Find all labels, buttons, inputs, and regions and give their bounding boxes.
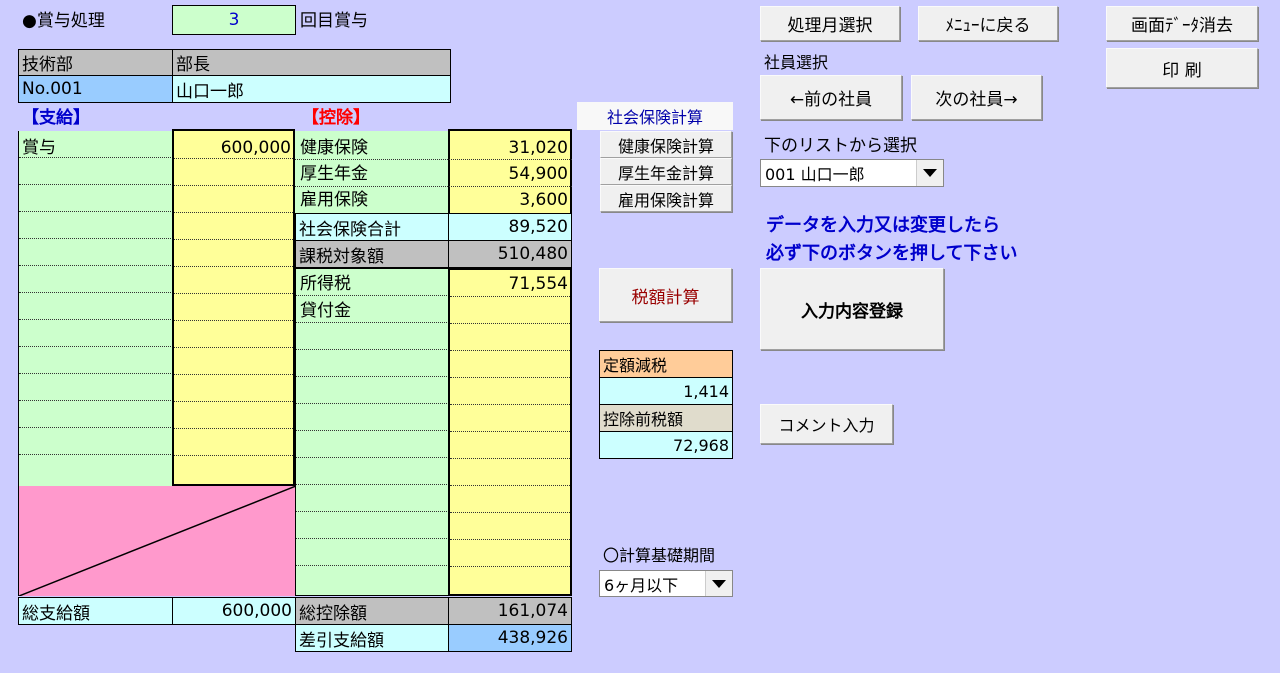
social-total-value: 89,520 [448, 213, 572, 241]
notice-line-2: 必ず下のボタンを押して下さい [766, 243, 1018, 264]
calc-period-select[interactable]: 6ヶ月以下 [599, 570, 733, 597]
employee-select-label: 社員選択 [764, 53, 829, 72]
payment-values-column [172, 129, 295, 486]
pre-deduction-tax-label: 控除前税額 [599, 404, 733, 432]
pre-deduction-tax-value: 72,968 [599, 431, 733, 459]
social-total-label: 社会保険合計 [295, 213, 450, 241]
employment-value[interactable]: 3,600 [450, 192, 568, 209]
net-pay-label: 差引支給額 [295, 624, 450, 652]
bonus-times-suffix: 回目賞与 [300, 11, 368, 31]
net-pay-value: 438,926 [448, 624, 572, 652]
tax-calc-button[interactable]: 税額計算 [599, 268, 732, 322]
clear-screen-button[interactable]: 画面ﾃﾞｰﾀ消去 [1106, 6, 1258, 41]
payment-labels-column [18, 131, 173, 486]
social-insurance-calc-title: 社会保険計算 [577, 102, 733, 130]
pension-value[interactable]: 54,900 [450, 166, 568, 183]
loan-label: 貸付金 [300, 301, 351, 321]
comment-input-button[interactable]: コメント入力 [760, 404, 893, 444]
prev-employee-button[interactable]: ←前の社員 [760, 75, 902, 120]
chevron-down-icon[interactable] [705, 571, 732, 596]
total-payment-value: 600,000 [172, 597, 296, 625]
notice-line-1: データを入力又は変更したら [766, 215, 1000, 236]
diagonal-line [19, 486, 296, 596]
chevron-down-icon[interactable] [916, 160, 943, 186]
month-select-button[interactable]: 処理月選択 [760, 6, 900, 41]
fixed-tax-reduction-label: 定額減税 [599, 350, 733, 378]
unused-area [18, 486, 296, 596]
page-title: ●賞与処理 [22, 11, 105, 31]
employee-number-cell: No.001 [18, 75, 173, 103]
health-insurance-calc-button[interactable]: 健康保険計算 [600, 131, 732, 158]
bonus-times-field[interactable]: 3 [172, 5, 296, 35]
taxable-label: 課税対象額 [295, 240, 450, 268]
bonus-label: 賞与 [22, 138, 56, 158]
department-cell: 技術部 [18, 49, 173, 76]
employee-select[interactable]: 001 山口一郎 [760, 159, 944, 187]
calc-period-selected: 6ヶ月以下 [604, 575, 679, 595]
employee-select-value: 001 山口一郎 [765, 165, 865, 184]
pension-calc-button[interactable]: 厚生年金計算 [600, 158, 732, 185]
deductions-heading: 【控除】 [302, 108, 370, 128]
back-to-menu-button[interactable]: ﾒﾆｭｰに戻る [918, 6, 1058, 41]
pension-label: 厚生年金 [300, 164, 368, 184]
taxable-value: 510,480 [448, 240, 572, 268]
employment-label: 雇用保険 [300, 190, 368, 210]
register-button[interactable]: 入力内容登録 [760, 268, 944, 350]
print-button[interactable]: 印 刷 [1106, 48, 1258, 88]
employment-insurance-calc-button[interactable]: 雇用保険計算 [600, 185, 732, 212]
employee-name-cell: 山口一郎 [172, 75, 451, 103]
total-deduction-value: 161,074 [448, 597, 572, 625]
fixed-tax-reduction-value: 1,414 [599, 377, 733, 405]
deduction-lower-values [448, 268, 572, 596]
total-payment-label: 総支給額 [18, 597, 173, 625]
income-tax-value[interactable]: 71,554 [450, 276, 568, 293]
bonus-value[interactable]: 600,000 [172, 140, 291, 157]
total-deduction-label: 総控除額 [295, 597, 450, 625]
list-select-label: 下のリストから選択 [764, 136, 917, 156]
next-employee-button[interactable]: 次の社員→ [911, 75, 1042, 120]
health-label: 健康保険 [300, 138, 368, 158]
position-cell: 部長 [172, 49, 451, 76]
health-value[interactable]: 31,020 [450, 140, 568, 157]
income-tax-label: 所得税 [300, 274, 351, 294]
payments-heading: 【支給】 [22, 108, 90, 128]
calc-period-label: 〇計算基礎期間 [603, 546, 716, 565]
